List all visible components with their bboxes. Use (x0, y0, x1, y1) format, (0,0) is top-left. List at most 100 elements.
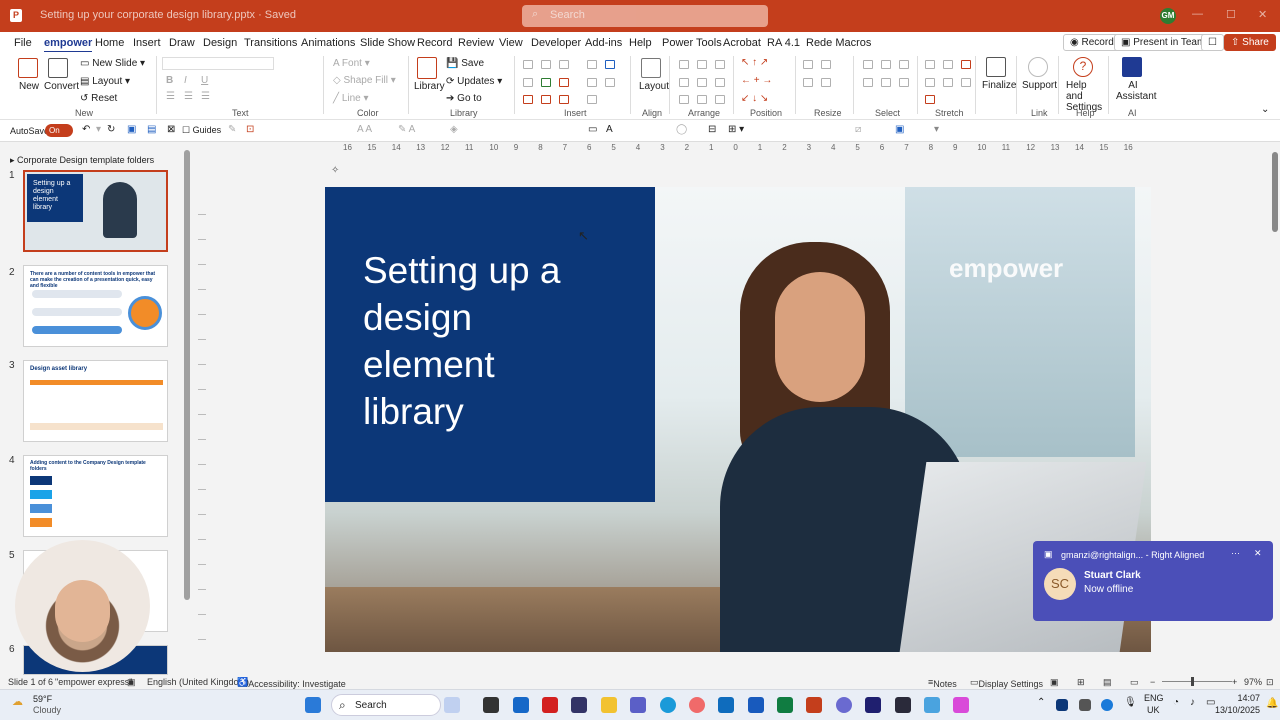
settings-icon[interactable] (836, 697, 852, 713)
position-down-icon[interactable]: ↙ ↓ ↘ (741, 93, 768, 104)
resize-icon-1[interactable] (803, 60, 813, 69)
microphone-icon[interactable]: 🎙 (1124, 697, 1137, 708)
comments-icon[interactable]: ☐ (1201, 34, 1224, 51)
font-color-button[interactable]: A Font ▾ (333, 58, 370, 69)
shape-icon[interactable]: ⧄ (855, 124, 861, 135)
redo-icon[interactable]: ↻ (107, 124, 115, 135)
undo-icon[interactable]: ↶ (82, 124, 90, 135)
new-slide-button[interactable]: ▭ New Slide ▾ (80, 58, 145, 69)
notifications-icon[interactable]: 🔔 (1266, 698, 1278, 709)
taskbar-search[interactable]: ⌕ Search (331, 694, 441, 716)
outlook-icon[interactable] (513, 697, 529, 713)
more-options-icon[interactable]: ··· (1231, 548, 1240, 558)
arrange-icon-8[interactable] (697, 95, 707, 104)
tab-design[interactable]: Design (203, 37, 237, 49)
insert-table-icon[interactable] (541, 60, 551, 69)
stretch-icon-3[interactable] (961, 60, 971, 69)
display-settings-button[interactable]: ▭ Display Settings (970, 677, 1043, 689)
underline-icon[interactable]: U (201, 75, 208, 86)
select-icon-1[interactable] (863, 60, 873, 69)
grid-icon[interactable]: ⊠ (167, 124, 175, 135)
share-button[interactable]: ⇧ Share (1224, 34, 1276, 51)
wifi-icon[interactable]: ◔ (1173, 697, 1179, 708)
spellcheck-icon[interactable]: ▣ (127, 677, 136, 688)
textbox-icon[interactable]: A (606, 124, 613, 135)
stretch-icon-6[interactable] (961, 78, 971, 87)
task-view-icon[interactable] (483, 697, 499, 713)
distribute-icon[interactable]: ⊞ ▾ (728, 124, 744, 135)
convert-button[interactable]: Convert (44, 81, 79, 92)
ai-assistant-button[interactable]: AI Assistant (1116, 80, 1157, 102)
close-notification-icon[interactable]: ✕ (1254, 548, 1262, 559)
slide-thumb-2[interactable]: There are a number of content tools in e… (23, 265, 168, 347)
layout-tool-button[interactable]: Layout (639, 81, 669, 92)
record-button[interactable]: ◉ Record (1063, 34, 1121, 51)
app-arrow-icon[interactable] (865, 697, 881, 713)
zoom-thumb[interactable] (1191, 677, 1194, 686)
layout-button[interactable]: ▤ Layout ▾ (80, 76, 130, 87)
align-right-icon[interactable]: ☰ (201, 91, 210, 102)
slide-title[interactable]: Setting up a design element library (363, 247, 653, 435)
insert-symbol-icon[interactable] (587, 60, 597, 69)
windows-start-icon[interactable] (305, 697, 321, 713)
designer-icon[interactable]: ✧ (331, 165, 339, 176)
save-icon[interactable]: ▣ (127, 124, 136, 135)
insert-picture-icon[interactable] (559, 60, 569, 69)
tab-help[interactable]: Help (629, 37, 652, 49)
insert-sticker-icon[interactable] (587, 78, 597, 87)
support-button[interactable]: Support (1022, 80, 1057, 91)
minimize-icon[interactable]: — (1192, 8, 1203, 20)
tab-animations[interactable]: Animations (301, 37, 355, 49)
resize-icon-4[interactable] (821, 78, 831, 87)
section-header[interactable]: ▸ Corporate Design template folders (10, 155, 154, 166)
fill-icon[interactable]: ◈ (450, 124, 458, 135)
word-icon[interactable] (748, 697, 764, 713)
insert-link-icon[interactable] (605, 60, 615, 69)
autosave-toggle[interactable]: On (45, 124, 73, 137)
slideshow-icon[interactable]: ▭ (1130, 677, 1139, 688)
bold-icon[interactable]: B (166, 75, 173, 86)
tab-power-tools[interactable]: Power Tools (662, 37, 722, 49)
photos-icon[interactable] (689, 697, 705, 713)
teams-taskbar-icon[interactable] (630, 697, 646, 713)
tab-view[interactable]: View (499, 37, 523, 49)
app-instagram-icon[interactable] (953, 697, 969, 713)
stretch-icon-4[interactable] (925, 78, 935, 87)
zoom-out-icon[interactable]: − (1150, 677, 1155, 687)
zoom-in-icon[interactable]: + (1232, 677, 1237, 687)
updates-button[interactable]: ⟳ Updates ▾ (446, 76, 502, 87)
insert-chart-icon[interactable] (523, 78, 533, 87)
customize-qat-icon[interactable]: ▾ (934, 124, 939, 135)
insert-shape-icon[interactable] (559, 78, 569, 87)
format-painter-icon[interactable]: ✎ (228, 124, 236, 135)
close-icon[interactable]: ✕ (1258, 8, 1267, 21)
circle-icon[interactable]: ◯ (676, 124, 687, 135)
tab-add-ins[interactable]: Add-ins (585, 37, 622, 49)
search-highlight-icon[interactable] (444, 697, 460, 713)
outlook-new-icon[interactable] (718, 697, 734, 713)
select-icon-2[interactable] (881, 60, 891, 69)
align-center-icon[interactable]: ☰ (184, 91, 193, 102)
insert-layout-icon[interactable] (559, 95, 569, 104)
arrange-icon-4[interactable] (679, 78, 689, 87)
teams-notification[interactable]: ▣ gmanzi@rightalign... - Right Aligned ·… (1033, 541, 1273, 621)
italic-icon[interactable]: I (184, 75, 187, 86)
guides-checkbox[interactable]: ☐ Guides (182, 125, 221, 136)
tab-review[interactable]: Review (458, 37, 494, 49)
zoom-level[interactable]: 97% (1244, 677, 1262, 687)
tray-expand-icon[interactable]: ⌃ (1037, 697, 1045, 708)
weather-temp[interactable]: 59°F (33, 694, 52, 704)
app-l-icon[interactable] (542, 697, 558, 713)
insert-more-icon[interactable] (605, 78, 615, 87)
app-shield-icon[interactable] (895, 697, 911, 713)
finalize-button[interactable]: Finalize (982, 80, 1016, 91)
arrange-icon-5[interactable] (697, 78, 707, 87)
tray-app-icon[interactable] (1056, 699, 1068, 711)
collapse-ribbon-icon[interactable]: ⌄ (1261, 104, 1269, 115)
accessibility-status[interactable]: ♿ Accessibility: Investigate (237, 677, 346, 689)
select-icon-5[interactable] (881, 78, 891, 87)
stretch-icon-1[interactable] (925, 60, 935, 69)
zoom-slider[interactable] (1162, 681, 1232, 682)
user-avatar[interactable]: GM (1160, 8, 1176, 24)
goto-button[interactable]: ➔ Go to (446, 93, 482, 104)
